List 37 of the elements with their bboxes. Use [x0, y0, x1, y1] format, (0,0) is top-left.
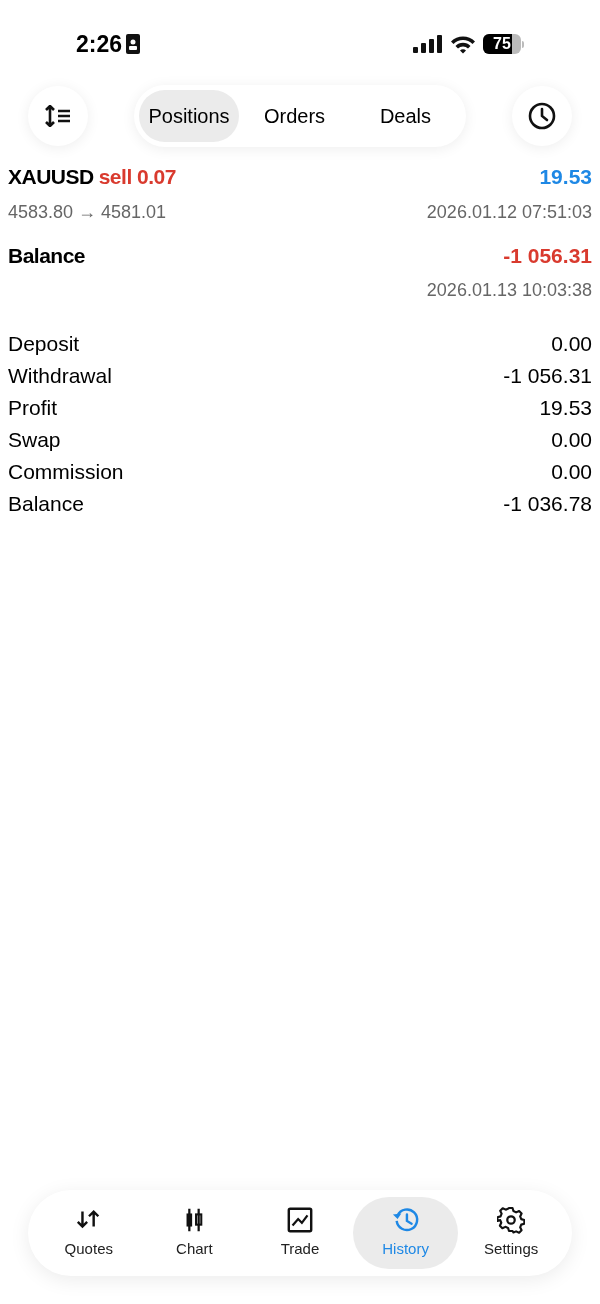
summary-value: -1 036.78 [503, 491, 592, 518]
line-chart-icon [286, 1205, 314, 1234]
summary-label: Commission [8, 459, 124, 486]
tab-bar-item[interactable]: Chart [141, 1197, 248, 1269]
clock-icon [528, 102, 556, 130]
summary-label: Swap [8, 427, 61, 454]
wifi-icon [450, 34, 476, 54]
deal-amount: -1 056.31 [503, 242, 592, 269]
settings-icon [497, 1205, 526, 1234]
sort-icon [45, 105, 71, 127]
summary-label: Withdrawal [8, 363, 112, 390]
summary-label: Profit [8, 395, 57, 422]
summary-value: -1 056.31 [503, 363, 592, 390]
signal-icon [413, 35, 443, 53]
id-card-icon [126, 34, 141, 54]
deal-symbol: Balance [8, 242, 86, 269]
summary-value: 0.00 [551, 459, 592, 486]
tab-bar-item[interactable]: Quotes [36, 1197, 142, 1269]
summary-label: Deposit [8, 331, 80, 358]
battery-icon: 75 [483, 34, 524, 54]
summary-value: 19.53 [539, 395, 592, 422]
history-icon [391, 1205, 420, 1234]
segment-tab[interactable]: Deals [350, 90, 461, 142]
deal-action: sell 0.07 [98, 164, 176, 190]
tab-bar-item[interactable]: Trade [247, 1197, 353, 1269]
deal-amount: 19.53 [539, 164, 592, 190]
deal-prices: 4583.80 → 4581.01 [8, 200, 167, 224]
deal-symbol: XAUUSD [8, 164, 94, 190]
status-time: 2:26 [76, 29, 123, 59]
summary-label: Balance [8, 491, 84, 518]
deal-time: 2026.01.12 07:51:03 [426, 200, 592, 224]
summary-value: 0.00 [551, 331, 592, 358]
tab-bar-item[interactable]: Settings [458, 1197, 564, 1269]
segment-tab[interactable]: Orders [239, 90, 350, 142]
segment-tab[interactable]: Positions [139, 90, 239, 142]
summary-value: 0.00 [551, 427, 592, 454]
deal-time: 2026.01.13 10:03:38 [426, 279, 592, 302]
